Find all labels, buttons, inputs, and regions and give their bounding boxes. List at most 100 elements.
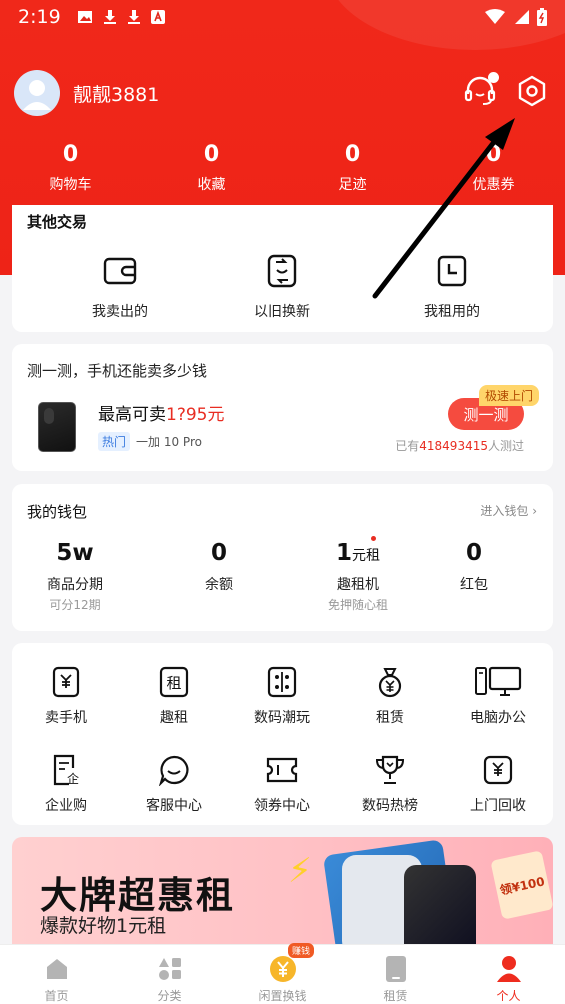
stat-label: 收藏	[197, 177, 226, 193]
wallet-unit: 元租	[352, 548, 380, 564]
yuan-coin-icon	[269, 956, 296, 982]
status-bar: 2:19	[0, 0, 565, 34]
wallet-label: 趣租机	[337, 577, 379, 593]
wallet-title: 我的钱包	[27, 503, 88, 521]
stat-label: 购物车	[49, 177, 92, 193]
trade-in-button[interactable]: 以旧换新	[192, 251, 372, 321]
tab-rent[interactable]: 租赁	[339, 945, 452, 1004]
price-test-card[interactable]: 测一测，手机还能卖多少钱 最高可卖1?95元 热门 一加 10 Pro 测一测 极…	[12, 344, 553, 471]
money-bag-icon	[378, 668, 402, 698]
service-hot-ranking[interactable]: 数码热榜	[336, 753, 444, 815]
status-time: 2:19	[18, 6, 61, 28]
download-icon	[103, 10, 116, 24]
my-rented-button[interactable]: 我租用的	[362, 251, 542, 321]
svg-text:企: 企	[67, 771, 79, 786]
service-leasing[interactable]: 租赁	[336, 665, 444, 727]
wallet-balance[interactable]: 0 余额	[154, 540, 284, 594]
wallet-value: 0	[210, 540, 227, 566]
notification-dot	[488, 72, 499, 83]
phone-model: 一加 10 Pro	[136, 435, 202, 449]
service-sell-phone[interactable]: 卖手机	[12, 665, 120, 727]
username[interactable]: 靓靓3881	[73, 80, 159, 107]
wallet-value: 1元租	[293, 540, 423, 570]
item-label: 以旧换新	[254, 304, 310, 320]
tab-label: 租赁	[383, 989, 408, 1003]
service-grid: 卖手机 租 趣租 数码潮玩 租赁 电脑办公 企 企业购 客服中心 领券中心 数码…	[12, 643, 553, 825]
tab-label: 首页	[44, 989, 69, 1003]
avatar[interactable]	[14, 70, 60, 116]
enter-wallet-link[interactable]: 进入钱包 ›	[480, 502, 537, 519]
promo-banner[interactable]: 大牌超惠租 爆款好物1元租 ⚡ 领¥100	[12, 837, 553, 947]
service-label: 上门回收	[470, 798, 526, 814]
tab-category[interactable]: 分类	[113, 945, 226, 1004]
service-coupon-center[interactable]: 领券中心	[228, 753, 336, 815]
computer-icon	[475, 666, 522, 696]
wifi-icon	[485, 9, 505, 24]
price-value: 1?95元	[166, 405, 225, 425]
wallet-rent-phone[interactable]: 1元租 趣租机 免押随心租	[293, 540, 423, 613]
tested-prefix: 已有	[395, 439, 420, 453]
service-label: 电脑办公	[470, 710, 526, 726]
stat-label: 优惠券	[472, 177, 515, 193]
customer-service-button[interactable]	[463, 72, 499, 108]
item-label: 我卖出的	[92, 304, 148, 320]
tab-home[interactable]: 首页	[0, 945, 113, 1004]
enter-wallet-label: 进入钱包	[480, 504, 529, 518]
other-trade-card: 其他交易 我卖出的 以旧换新 我租用的	[12, 205, 553, 332]
service-computer-office[interactable]: 电脑办公	[444, 665, 552, 727]
chat-icon	[158, 755, 189, 786]
banner-subtitle: 爆款好物1元租	[40, 915, 167, 937]
person-icon	[496, 956, 521, 982]
max-price: 最高可卖1?95元	[98, 400, 224, 425]
settings-button[interactable]	[515, 74, 549, 108]
image-icon	[77, 11, 92, 23]
service-digital-toys[interactable]: 数码潮玩	[228, 665, 336, 727]
service-label: 卖手机	[45, 710, 87, 726]
recycle-yuan-icon	[483, 755, 513, 785]
new-dot	[371, 536, 376, 541]
lightning-icon: ⚡	[288, 851, 312, 891]
rent-phone-icon	[385, 956, 406, 982]
wallet-label: 余额	[205, 577, 233, 593]
service-qu-rent[interactable]: 租 趣租	[120, 665, 228, 727]
service-label: 数码热榜	[362, 798, 418, 814]
wallet-value: 5w	[56, 540, 94, 566]
my-sold-button[interactable]: 我卖出的	[30, 251, 210, 321]
rent-icon: 租	[159, 666, 189, 698]
service-home-recycle[interactable]: 上门回收	[444, 753, 552, 815]
stat-favorites[interactable]: 0 收藏	[141, 142, 282, 194]
wallet-number: 1	[335, 540, 352, 566]
service-label: 客服中心	[146, 798, 202, 814]
bottom-tab-bar: 首页 分类 赚钱 闲置换钱 租赁 个人	[0, 943, 565, 1004]
stat-value: 0	[344, 142, 361, 167]
wallet-installment[interactable]: 5w 商品分期 可分12期	[10, 540, 140, 613]
stat-cart[interactable]: 0 购物车	[0, 142, 141, 194]
chevron-right-icon: ›	[532, 504, 537, 518]
fast-pickup-badge: 极速上门	[478, 385, 539, 406]
phone-tags: 热门 一加 10 Pro	[98, 432, 202, 451]
signal-icon	[515, 10, 529, 24]
stat-history[interactable]: 0 足迹	[282, 142, 423, 194]
tested-suffix: 人测过	[487, 439, 524, 453]
tab-sell-idle[interactable]: 赚钱 闲置换钱	[226, 943, 339, 1004]
service-label: 数码潮玩	[254, 710, 310, 726]
tab-profile[interactable]: 个人	[452, 945, 565, 1004]
service-enterprise[interactable]: 企 企业购	[12, 753, 120, 815]
yuan-phone-icon	[52, 666, 80, 698]
settings-hexagon-icon	[518, 75, 546, 107]
coupon-tag: 领¥100	[490, 850, 553, 920]
trophy-icon	[375, 755, 405, 784]
wallet-label: 红包	[460, 577, 488, 593]
service-customer-center[interactable]: 客服中心	[120, 753, 228, 815]
profile-header[interactable]: 靓靓3881	[14, 70, 159, 116]
wallet-label: 商品分期	[47, 577, 103, 593]
tested-number: 418493415	[419, 439, 488, 453]
service-label: 企业购	[45, 798, 87, 814]
battery-icon	[537, 8, 547, 26]
stat-coupons[interactable]: 0 优惠券	[423, 142, 564, 194]
wallet-red-packet[interactable]: 0 红包	[409, 540, 539, 594]
wallet-card: 我的钱包 进入钱包 › 5w 商品分期 可分12期 0 余额 1元租 趣租机 免…	[12, 484, 553, 631]
wallet-sub: 可分12期	[49, 598, 101, 612]
tab-label: 闲置换钱	[258, 989, 307, 1003]
wallet-sub: 免押随心租	[327, 598, 388, 612]
